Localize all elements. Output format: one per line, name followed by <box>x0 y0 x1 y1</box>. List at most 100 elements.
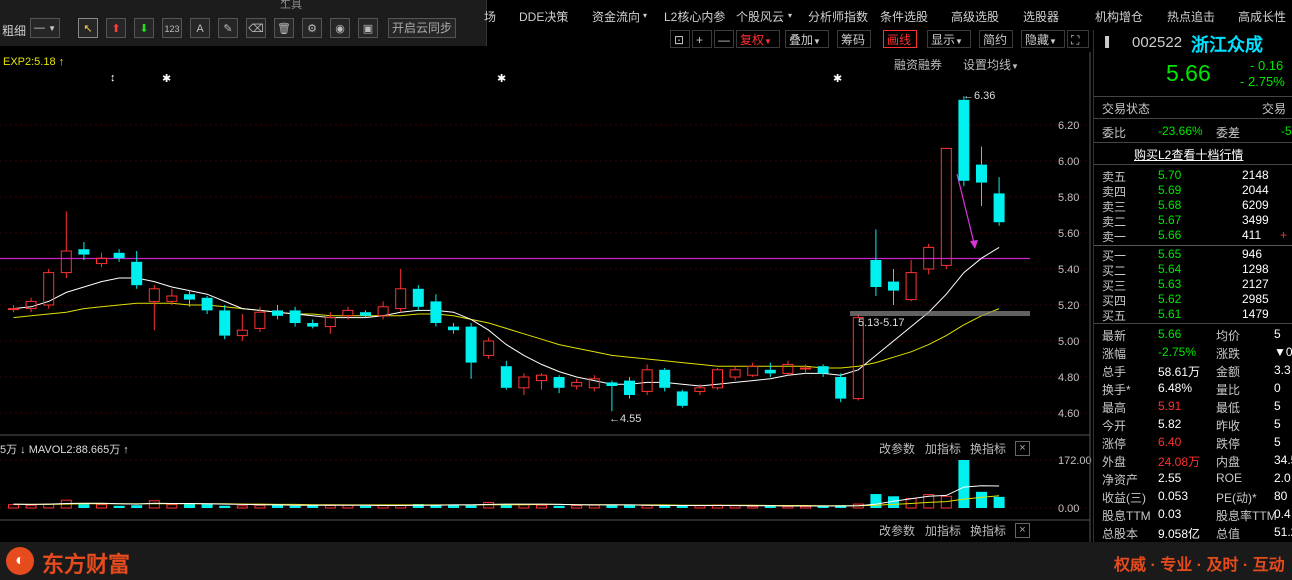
menu-item[interactable]: 场 <box>484 8 496 25</box>
volume-bar <box>113 505 125 508</box>
candle-body <box>342 309 354 317</box>
ma-settings-button[interactable]: 设置均线▼ <box>963 56 1019 73</box>
bid-price: 5.61 <box>1158 307 1182 321</box>
candle-body <box>289 310 301 323</box>
weicha-label: 委差 <box>1216 126 1241 140</box>
margin-trading-button[interactable]: 融资融券 <box>894 56 942 73</box>
candle-body <box>940 147 952 266</box>
panel-collapse-icon[interactable]: ❚ <box>1102 34 1112 48</box>
ask-extra-mark: + <box>1280 228 1288 242</box>
pointer-icon[interactable]: ↖ <box>78 18 98 38</box>
drawing-toolbar: 工具 × 粗细 — ▼ ↖ ⬆ ⬇ 123 A ✎ ⌫ 🗑 ⚙ ◉ ▣ 开启云同… <box>0 0 487 46</box>
overlay-button[interactable]: 叠加▼ <box>785 30 829 48</box>
fullscreen-icon[interactable]: ⛶ <box>1067 30 1089 48</box>
volume-tick-label: 172.00 <box>1058 455 1092 467</box>
volume-bar <box>624 505 635 508</box>
high-annotation: ←6.36 <box>963 90 996 102</box>
display-button[interactable]: 显示▼ <box>927 30 971 48</box>
cloud-sync-button[interactable]: 开启云同步 <box>388 18 456 38</box>
candle-body <box>870 260 882 287</box>
menu-item-condition[interactable]: 条件选股 <box>880 8 928 25</box>
quote-label: 最低 <box>1216 401 1241 415</box>
menu-item-hotspot[interactable]: 热点追击 <box>1167 8 1215 25</box>
l2-purchase-link[interactable]: 购买L2查看十档行情 <box>1134 146 1243 162</box>
eraser-icon[interactable]: ⌫ <box>246 18 266 38</box>
line-style-select[interactable]: — ▼ <box>30 18 60 38</box>
arrow-down-icon[interactable]: ⬇ <box>134 18 154 38</box>
volume-bar <box>729 505 741 509</box>
volume-bar <box>641 504 653 509</box>
trend-arrow <box>956 173 976 248</box>
footer-bar: ◐ 东方财富 权威 · 专业 · 及时 · 互动 <box>0 542 1292 580</box>
quote-label: 股息率TTM <box>1216 509 1277 523</box>
volume-bar <box>148 500 160 509</box>
volume-bar <box>659 505 671 508</box>
top-menu-bar: 场 DDE决策 资金流向 ▾ L2核心内参 个股风云 ▾ 分析师指数 条件选股 … <box>484 0 1292 30</box>
brand-name: 东方财富 <box>42 552 131 577</box>
candle-body <box>412 288 424 307</box>
menu-item-stock-news[interactable]: 个股风云 <box>736 8 784 25</box>
candle-body <box>148 288 160 302</box>
menu-item-dde[interactable]: DDE决策 <box>519 8 568 25</box>
close-icon[interactable]: × <box>1015 523 1030 538</box>
close-icon[interactable]: × <box>1015 441 1030 456</box>
text-icon[interactable]: A <box>190 18 210 38</box>
lock-icon[interactable]: ⊡ <box>670 30 690 48</box>
switch-indicator-button[interactable]: 换指标 <box>970 522 1006 539</box>
edit-params-button[interactable]: 改参数 <box>879 522 915 539</box>
menu-item-screener[interactable]: 选股器 <box>1023 8 1059 25</box>
chips-button[interactable]: 筹码 <box>837 30 871 48</box>
arrow-up-icon[interactable]: ⬆ <box>106 18 126 38</box>
menu-item-growth[interactable]: 高成长性 <box>1238 8 1286 25</box>
pen-icon[interactable]: ✎ <box>218 18 238 38</box>
quote-label: 总手 <box>1102 365 1127 379</box>
candle-body <box>641 369 653 392</box>
event-marker[interactable]: ✱ <box>833 72 842 85</box>
candle-body <box>712 369 723 389</box>
chevron-down-icon: ▾ <box>643 11 648 20</box>
add-indicator-button[interactable]: 加指标 <box>925 522 961 539</box>
candle-body <box>272 310 283 316</box>
menu-item-institution[interactable]: 机构增仓 <box>1095 8 1143 25</box>
quote-label: 最高 <box>1102 401 1127 415</box>
candle-body <box>764 369 776 374</box>
event-marker[interactable]: ✱ <box>497 72 506 85</box>
display-label: 显示 <box>931 33 956 47</box>
number-icon[interactable]: 123 <box>162 18 182 38</box>
draw-line-button[interactable]: 画线 <box>883 30 917 48</box>
kline-chart[interactable]: 172.00 0.00 6.20 6.00 5.80 5.60 5.40 5.20 5.00 4… <box>0 52 1092 542</box>
candle-body <box>905 272 917 301</box>
candle-body <box>483 340 495 356</box>
quote-value: 5.82 <box>1158 417 1182 431</box>
bid-price: 5.65 <box>1158 247 1182 261</box>
eye-icon[interactable]: ◉ <box>330 18 350 38</box>
event-marker[interactable]: ✱ <box>162 72 171 85</box>
menu-item-analyst[interactable]: 分析师指数 <box>808 8 868 25</box>
quote-value: 24.08万 <box>1158 455 1201 469</box>
candle-body <box>624 380 635 395</box>
quote-value: 5 <box>1274 417 1281 431</box>
simple-button[interactable]: 简约 <box>979 30 1013 48</box>
zoom-in-button[interactable]: + <box>692 30 712 48</box>
vol-switch-indicator-button[interactable]: 换指标 <box>970 440 1006 457</box>
candle-body <box>8 308 19 311</box>
menu-item-advanced[interactable]: 高级选股 <box>951 8 999 25</box>
candle-body <box>993 193 1005 223</box>
vol-edit-params-button[interactable]: 改参数 <box>879 440 915 457</box>
hide-button[interactable]: 隐藏▼ <box>1021 30 1065 48</box>
quote-value: 2.55 <box>1158 471 1182 485</box>
menu-item-fund-flow[interactable]: 资金流向 <box>592 8 640 25</box>
price-range-band <box>850 311 1030 316</box>
chart-toolbar: ⊡ + — 复权▼ 叠加▼ 筹码 画线 显示▼ 简约 隐藏▼ ⛶ <box>487 30 1092 50</box>
toolbar-close-icon[interactable]: × <box>280 0 286 8</box>
gear-icon[interactable]: ⚙ <box>302 18 322 38</box>
quote-label: 涨幅 <box>1102 347 1127 361</box>
fuquan-button[interactable]: 复权▼ <box>736 30 780 48</box>
trash-icon[interactable]: 🗑 <box>274 18 294 38</box>
menu-item-l2[interactable]: L2核心内参 <box>664 8 725 25</box>
candle-body <box>747 365 759 376</box>
zoom-out-button[interactable]: — <box>714 30 734 48</box>
image-edit-icon[interactable]: ▣ <box>358 18 378 38</box>
event-marker[interactable]: ↕ <box>110 72 116 84</box>
vol-add-indicator-button[interactable]: 加指标 <box>925 440 961 457</box>
